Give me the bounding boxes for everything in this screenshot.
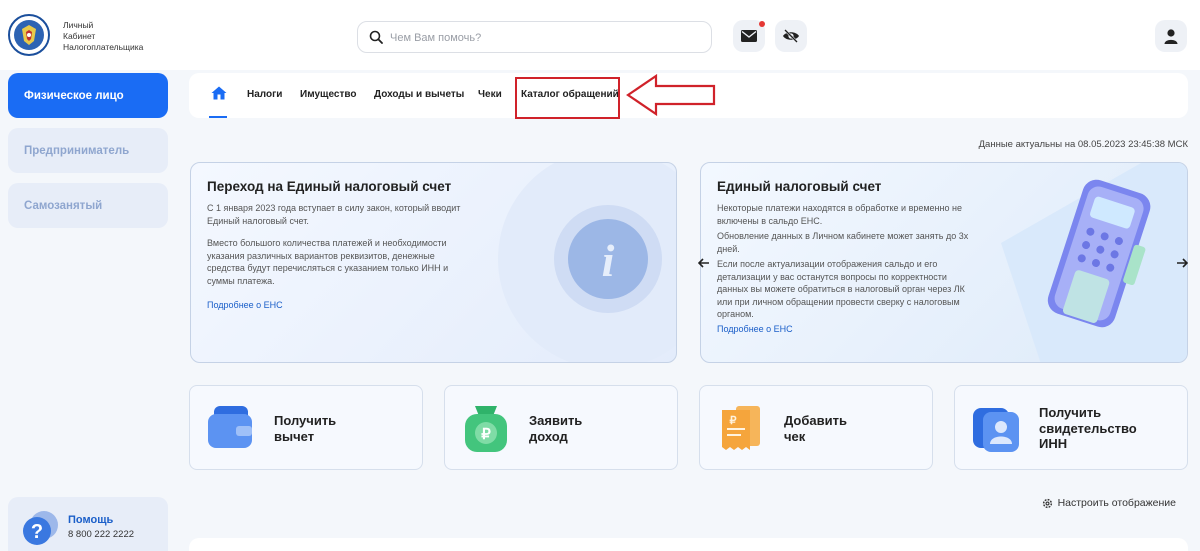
header: Личный Кабинет Налогоплательщика: [0, 0, 1200, 70]
tile-label: Добавить чек: [784, 413, 847, 444]
settings-label: Настроить отображение: [1057, 497, 1176, 509]
logo-text: Личный Кабинет Налогоплательщика: [63, 20, 143, 53]
gear-icon: [1042, 498, 1052, 508]
tab-income-deductions[interactable]: Доходы и вычеты: [374, 89, 464, 100]
get-inn-certificate-tile[interactable]: Получить свидетельство ИНН: [954, 385, 1188, 470]
sidebar-item-label: Самозанятый: [24, 199, 103, 212]
user-icon: [1164, 28, 1178, 44]
card-paragraph: Некоторые платежи находятся в обработке …: [717, 203, 962, 226]
card-paragraph: Вместо большого количества платежей и не…: [207, 238, 449, 286]
left-arrow-annotation: [626, 74, 716, 116]
arrow-right-icon: [1177, 258, 1188, 268]
bottom-content-panel: [189, 538, 1188, 551]
ruble-bag-icon: ₽: [465, 406, 507, 452]
wallet-icon: [208, 406, 252, 448]
info-icon: i: [498, 163, 676, 362]
arrow-left-icon: [698, 258, 709, 268]
data-actuality-date: Данные актуальны на 08.05.2023 23:45:38 …: [978, 139, 1188, 150]
tile-label-line: вычет: [274, 428, 315, 444]
eye-off-icon: [783, 29, 799, 43]
help-panel[interactable]: ? Помощь 8 800 222 2222: [8, 497, 168, 551]
svg-text:₽: ₽: [730, 415, 737, 427]
tile-label-line: свидетельство: [1039, 420, 1137, 436]
tile-label-line: доход: [529, 428, 568, 444]
sidebar-item-self-employed[interactable]: Самозанятый: [8, 183, 168, 228]
tile-label: Получить свидетельство ИНН: [1039, 405, 1137, 452]
question-icon: ?: [23, 511, 58, 545]
ens-details-link[interactable]: Подробнее о ЕНС: [717, 324, 793, 334]
id-card-icon: [973, 408, 1019, 452]
tile-label-line: Получить: [1039, 405, 1102, 420]
receipt-icon: ₽: [722, 406, 760, 450]
card-paragraph: Обновление данных в Личном кабинете може…: [717, 231, 969, 254]
notification-dot: [759, 21, 765, 27]
tile-label: Заявить доход: [529, 413, 582, 444]
get-deduction-tile[interactable]: Получить вычет: [189, 385, 423, 470]
tile-label-line: ИНН: [1039, 436, 1068, 451]
active-tab-underline: [209, 116, 227, 118]
logo-line: Личный: [63, 20, 94, 30]
ens-transition-card[interactable]: i Переход на Единый налоговый счет С 1 я…: [190, 162, 677, 363]
help-phone[interactable]: 8 800 222 2222: [68, 529, 134, 540]
add-receipt-tile[interactable]: ₽ Добавить чек: [699, 385, 933, 470]
card-paragraph: С 1 января 2023 года вступает в силу зак…: [207, 203, 461, 226]
svg-text:?: ?: [31, 521, 43, 543]
sidebar-item-label: Физическое лицо: [24, 89, 124, 102]
card-title: Единый налоговый счет: [717, 179, 882, 194]
home-icon: [211, 86, 227, 100]
tab-home[interactable]: [211, 86, 227, 118]
tile-label: Получить вычет: [274, 413, 336, 444]
sidebar-item-label: Предприниматель: [24, 144, 130, 157]
ens-details-link[interactable]: Подробнее о ЕНС: [207, 300, 283, 310]
help-title: Помощь: [68, 514, 114, 526]
logo-line: Налогоплательщика: [63, 42, 144, 52]
tile-label-line: Заявить: [529, 413, 583, 428]
card-title: Переход на Единый налоговый счет: [207, 179, 452, 194]
carousel-next-button[interactable]: [1174, 255, 1190, 271]
sidebar-item-individual[interactable]: Физическое лицо: [8, 73, 168, 118]
declare-income-tile[interactable]: ₽ Заявить доход: [444, 385, 678, 470]
tile-label-line: Получить: [274, 413, 337, 428]
card-paragraph: Если после актуализации отображения саль…: [717, 259, 965, 319]
svg-text:₽: ₽: [481, 426, 491, 443]
search-icon: [369, 30, 383, 44]
pos-terminal-illustration: [1001, 163, 1187, 362]
tile-label-line: чек: [784, 428, 806, 444]
tab-receipts[interactable]: Чеки: [478, 89, 502, 100]
messages-button[interactable]: [733, 20, 765, 52]
search-input[interactable]: [390, 28, 690, 48]
envelope-icon: [741, 30, 757, 42]
highlight-box: [515, 77, 620, 119]
carousel-prev-button[interactable]: [696, 255, 712, 271]
fns-emblem-logo[interactable]: [8, 14, 50, 56]
customize-display-button[interactable]: Настроить отображение: [1042, 497, 1176, 509]
ens-status-card[interactable]: Единый налоговый счет Некоторые платежи …: [700, 162, 1188, 363]
sidebar-item-entrepreneur[interactable]: Предприниматель: [8, 128, 168, 173]
svg-text:i: i: [602, 235, 615, 286]
tab-property[interactable]: Имущество: [300, 89, 356, 100]
tile-label-line: Добавить: [784, 413, 847, 428]
tab-taxes[interactable]: Налоги: [247, 89, 282, 100]
hide-balances-button[interactable]: [775, 20, 807, 52]
search-box[interactable]: [357, 21, 712, 53]
profile-button[interactable]: [1155, 20, 1187, 52]
logo-line: Кабинет: [63, 31, 96, 41]
